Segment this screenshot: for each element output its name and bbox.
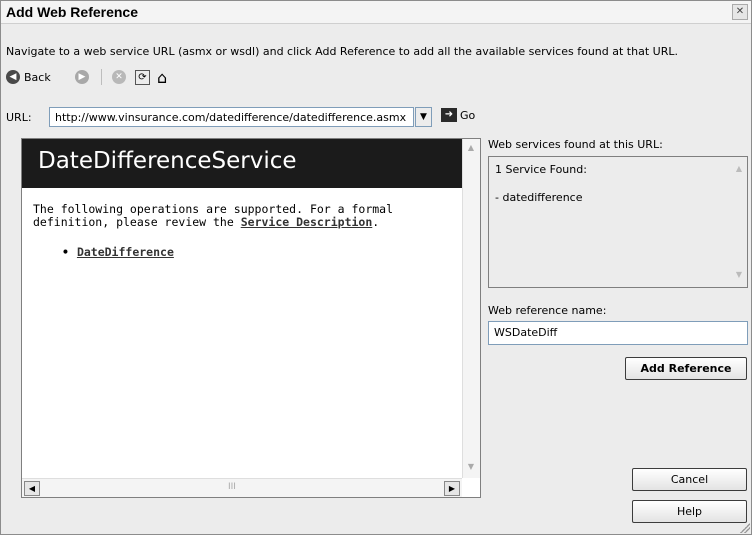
navigation-toolbar: ◀ Back ▶ ✕ ⟳ ⌂	[6, 67, 306, 87]
scroll-right-icon[interactable]: ▶	[444, 481, 460, 496]
refresh-button[interactable]: ⟳	[135, 67, 150, 87]
services-found-list[interactable]: 1 Service Found: - datedifference ▲ ▼	[488, 156, 748, 288]
scroll-left-icon[interactable]: ◀	[24, 481, 40, 496]
reference-name-label: Web reference name:	[488, 304, 607, 317]
url-label: URL:	[6, 111, 32, 124]
operations-list: DateDifference	[62, 245, 174, 259]
list-item: DateDifference	[62, 245, 174, 259]
services-found-label: Web services found at this URL:	[488, 138, 663, 151]
add-web-reference-dialog: Add Web Reference ✕ Navigate to a web se…	[0, 0, 752, 535]
operation-link-datedifference[interactable]: DateDifference	[77, 245, 174, 259]
stop-icon: ✕	[112, 70, 126, 84]
title-bar: Add Web Reference ✕	[1, 1, 751, 24]
list-item: - datedifference	[495, 191, 583, 204]
services-scrollbar[interactable]: ▲ ▼	[731, 157, 747, 287]
url-input[interactable]: http://www.vinsurance.com/datedifference…	[49, 107, 414, 127]
back-button[interactable]: ◀ Back	[6, 67, 51, 87]
vertical-scrollbar[interactable]: ▲ ▼	[462, 139, 480, 478]
desc-suffix: .	[372, 215, 380, 229]
browser-pane[interactable]: DateDifferenceService The following oper…	[21, 138, 481, 498]
instruction-text: Navigate to a web service URL (asmx or w…	[6, 45, 678, 58]
service-title: DateDifferenceService	[38, 148, 297, 174]
go-arrow-icon: ➜	[441, 108, 457, 122]
scroll-up-icon[interactable]: ▲	[465, 142, 477, 154]
forward-arrow-icon: ▶	[75, 70, 89, 84]
service-description-link[interactable]: Service Description	[241, 215, 373, 229]
service-count-text: 1 Service Found:	[495, 163, 587, 176]
url-row: URL: http://www.vinsurance.com/datediffe…	[6, 107, 746, 129]
service-description-text: The following operations are supported. …	[33, 203, 453, 229]
reference-name-input[interactable]: WSDateDiff	[488, 321, 748, 345]
go-button[interactable]: ➜ Go	[441, 108, 475, 122]
stop-button[interactable]: ✕	[112, 67, 126, 87]
help-button[interactable]: Help	[632, 500, 747, 523]
refresh-icon: ⟳	[135, 69, 150, 85]
service-header: DateDifferenceService	[22, 139, 462, 188]
url-dropdown-chevron-icon[interactable]: ▼	[415, 107, 432, 127]
resize-grip-icon[interactable]	[740, 523, 750, 533]
scroll-down-icon[interactable]: ▼	[734, 270, 744, 279]
back-label: Back	[24, 70, 51, 84]
dialog-title: Add Web Reference	[6, 4, 138, 20]
cancel-button[interactable]: Cancel	[632, 468, 747, 491]
add-reference-button[interactable]: Add Reference	[625, 357, 747, 380]
scroll-up-icon[interactable]: ▲	[734, 164, 744, 173]
home-button[interactable]: ⌂	[157, 67, 167, 87]
forward-button[interactable]: ▶	[75, 67, 89, 87]
back-arrow-icon: ◀	[6, 70, 20, 84]
toolbar-separator	[101, 69, 102, 85]
go-label: Go	[460, 108, 476, 122]
scrollbar-thumb-grip[interactable]: III	[228, 482, 236, 492]
close-icon[interactable]: ✕	[732, 4, 748, 20]
horizontal-scrollbar[interactable]: ◀ III ▶	[22, 478, 462, 497]
home-icon: ⌂	[157, 67, 168, 87]
scroll-down-icon[interactable]: ▼	[465, 461, 477, 473]
